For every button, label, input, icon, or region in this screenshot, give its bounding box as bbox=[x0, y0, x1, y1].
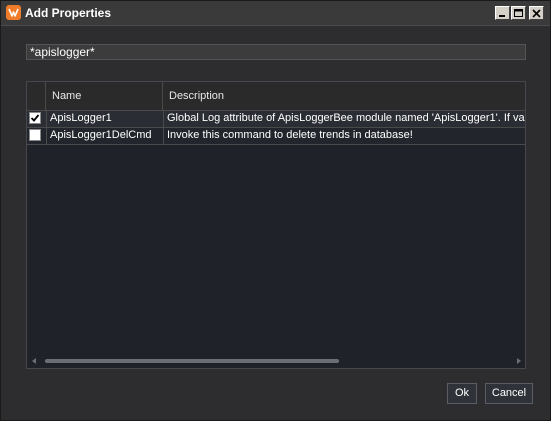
window-title: Add Properties bbox=[25, 6, 112, 20]
cell-name: ApisLogger1DelCmd bbox=[46, 128, 164, 144]
cell-description: Global Log attribute of ApisLoggerBee mo… bbox=[164, 111, 525, 127]
maximize-icon bbox=[514, 9, 523, 17]
close-icon bbox=[532, 9, 541, 18]
grid-header: Name Description bbox=[27, 82, 525, 111]
scroll-right-icon[interactable] bbox=[515, 357, 523, 365]
title-bar[interactable]: Add Properties bbox=[1, 1, 550, 26]
column-header-description[interactable]: Description bbox=[163, 82, 525, 110]
row-checkbox-unchecked[interactable] bbox=[29, 129, 41, 141]
cell-description-text: Invoke this command to delete trends in … bbox=[167, 129, 413, 141]
row-checkbox-checked[interactable] bbox=[29, 112, 41, 124]
cell-description: Invoke this command to delete trends in … bbox=[164, 128, 525, 144]
add-properties-dialog: Add Properties Name Description bbox=[0, 0, 551, 421]
minimize-icon bbox=[499, 15, 505, 17]
cell-name-text: ApisLogger1DelCmd bbox=[50, 129, 152, 141]
column-header-description-label: Description bbox=[169, 90, 225, 102]
scroll-left-icon[interactable] bbox=[30, 357, 38, 365]
grid-header-corner bbox=[27, 82, 46, 110]
table-row[interactable]: ApisLogger1DelCmd Invoke this command to… bbox=[27, 128, 525, 145]
close-button[interactable] bbox=[529, 6, 544, 20]
app-logo-icon bbox=[6, 5, 21, 20]
cancel-button[interactable]: Cancel bbox=[485, 383, 533, 404]
minimize-button[interactable] bbox=[495, 6, 510, 20]
column-header-name[interactable]: Name bbox=[46, 82, 163, 110]
column-header-name-label: Name bbox=[52, 90, 82, 102]
cell-name: ApisLogger1 bbox=[46, 111, 164, 127]
search-input[interactable] bbox=[26, 44, 526, 60]
ok-button[interactable]: Ok bbox=[447, 383, 477, 404]
table-row[interactable]: ApisLogger1 Global Log attribute of Apis… bbox=[27, 111, 525, 128]
checkmark-icon bbox=[30, 114, 40, 122]
properties-grid: Name Description ApisLogger1 Global Log … bbox=[26, 81, 526, 369]
cell-name-text: ApisLogger1 bbox=[50, 112, 112, 124]
cell-description-text: Global Log attribute of ApisLoggerBee mo… bbox=[167, 112, 525, 124]
horizontal-scrollbar[interactable] bbox=[27, 354, 525, 368]
scrollbar-thumb[interactable] bbox=[45, 359, 339, 363]
maximize-button[interactable] bbox=[511, 6, 526, 20]
